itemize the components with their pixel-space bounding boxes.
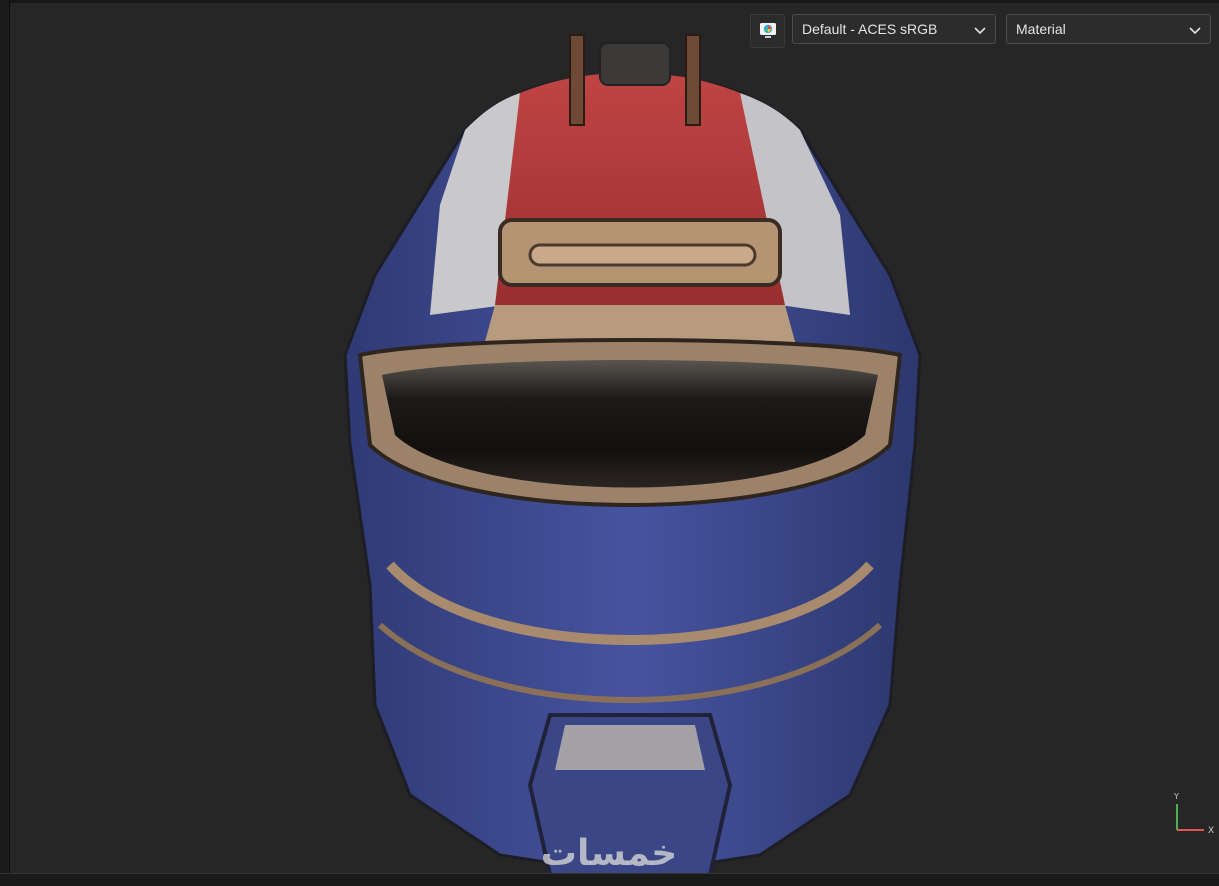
watermark-logo: خمسات — [540, 833, 678, 874]
viewport-bottom-border — [0, 873, 1219, 886]
x-axis-label: X — [1208, 826, 1214, 836]
color-display-icon — [759, 23, 776, 38]
display-settings-button[interactable] — [750, 14, 785, 48]
viewport-left-border — [0, 0, 10, 886]
colorspace-dropdown[interactable]: Default - ACES sRGB — [792, 14, 996, 44]
chevron-down-icon — [1189, 27, 1201, 35]
3d-viewport[interactable]: Default - ACES sRGB Material Y X خمسات — [0, 0, 1219, 886]
view-mode-selected-value: Material — [1016, 21, 1066, 37]
y-axis-label: Y — [1173, 792, 1179, 801]
view-mode-dropdown[interactable]: Material — [1006, 14, 1211, 44]
axis-gizmo[interactable]: Y X — [1168, 786, 1218, 836]
helmet-3d-model[interactable] — [330, 25, 930, 875]
viewport-top-border — [0, 0, 1219, 3]
chevron-down-icon — [974, 27, 986, 35]
colorspace-selected-value: Default - ACES sRGB — [802, 21, 938, 37]
